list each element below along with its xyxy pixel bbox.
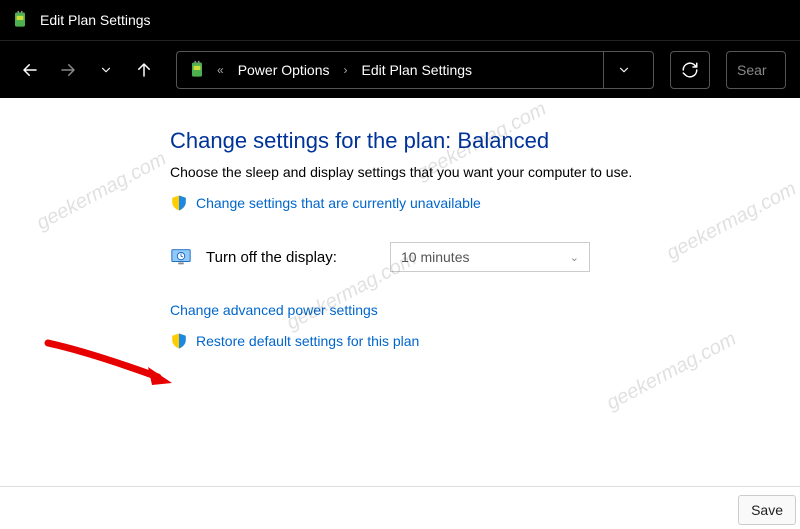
toolbar: « Power Options › Edit Plan Settings Sea…: [0, 40, 800, 98]
display-off-value: 10 minutes: [401, 249, 469, 265]
restore-link-row: Restore default settings for this plan: [170, 332, 800, 350]
chevron-down-icon: ⌄: [570, 251, 579, 264]
page-subtext: Choose the sleep and display settings th…: [170, 164, 800, 180]
page-heading: Change settings for the plan: Balanced: [170, 128, 800, 154]
search-placeholder: Sear: [737, 62, 767, 78]
forward-button[interactable]: [52, 54, 84, 86]
up-button[interactable]: [128, 54, 160, 86]
restore-defaults-link[interactable]: Restore default settings for this plan: [196, 333, 419, 349]
address-dropdown-button[interactable]: [603, 52, 643, 88]
breadcrumb-item-edit-plan[interactable]: Edit Plan Settings: [358, 60, 477, 80]
display-off-dropdown[interactable]: 10 minutes ⌄: [390, 242, 590, 272]
arrow-up-icon: [135, 61, 153, 79]
titlebar: Edit Plan Settings: [0, 0, 800, 40]
address-bar[interactable]: « Power Options › Edit Plan Settings: [176, 51, 654, 89]
shield-icon: [170, 194, 188, 212]
search-input[interactable]: Sear: [726, 51, 786, 89]
uac-change-link[interactable]: Change settings that are currently unava…: [196, 195, 481, 211]
uac-link-row: Change settings that are currently unava…: [170, 194, 800, 212]
monitor-icon: [170, 246, 192, 268]
window-title: Edit Plan Settings: [40, 12, 151, 28]
refresh-button[interactable]: [670, 51, 710, 89]
back-button[interactable]: [14, 54, 46, 86]
advanced-power-settings-link[interactable]: Change advanced power settings: [170, 302, 378, 318]
power-plan-icon: [187, 60, 207, 80]
content-area: Change settings for the plan: Balanced C…: [0, 98, 800, 487]
chevron-down-icon: [617, 63, 631, 77]
footer-divider: [0, 486, 800, 487]
breadcrumb-separator[interactable]: «: [215, 63, 226, 77]
shield-icon: [170, 332, 188, 350]
arrow-right-icon: [59, 61, 77, 79]
save-button[interactable]: Save: [738, 495, 796, 525]
power-plan-icon: [10, 10, 30, 30]
refresh-icon: [681, 61, 699, 79]
display-off-label: Turn off the display:: [206, 249, 376, 266]
arrow-left-icon: [21, 61, 39, 79]
breadcrumb-item-power-options[interactable]: Power Options: [234, 60, 334, 80]
recent-button[interactable]: [90, 54, 122, 86]
breadcrumb-separator[interactable]: ›: [342, 63, 350, 77]
chevron-down-icon: [99, 63, 113, 77]
advanced-link-row: Change advanced power settings: [170, 302, 800, 318]
display-off-setting: Turn off the display: 10 minutes ⌄: [170, 242, 800, 272]
